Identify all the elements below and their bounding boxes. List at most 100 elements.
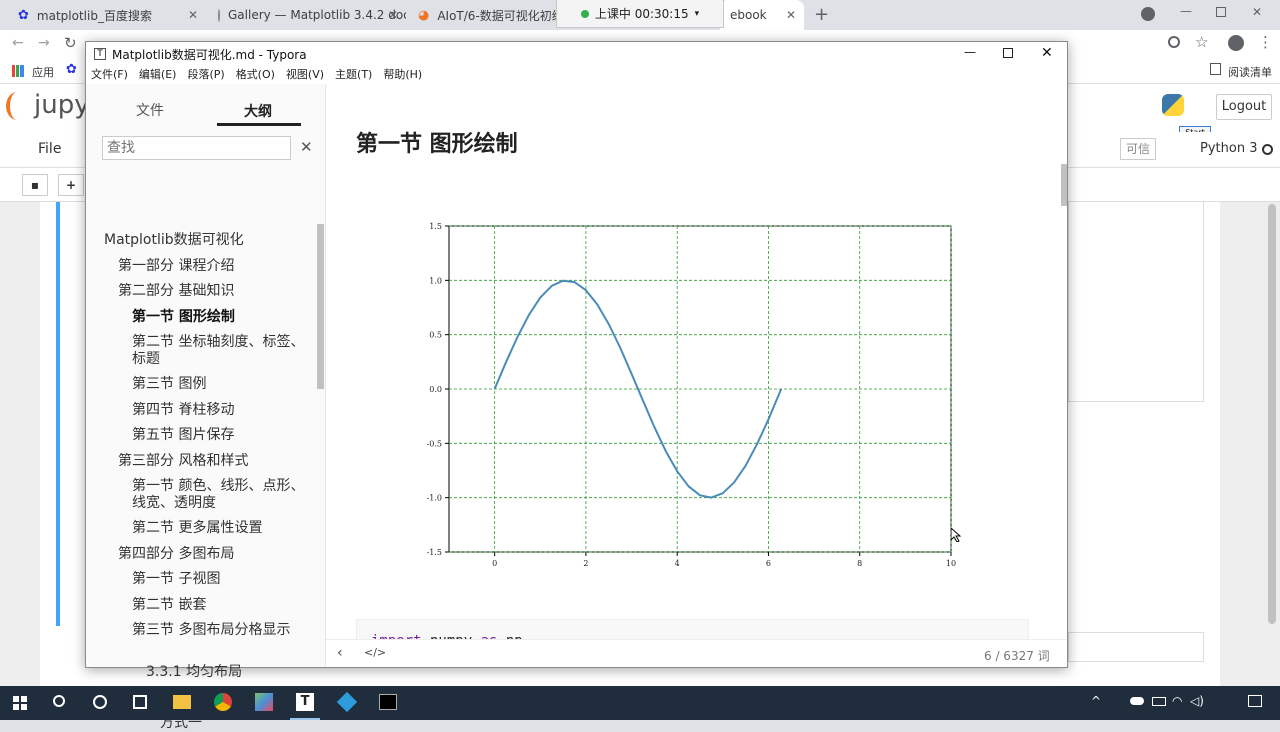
outline-item[interactable]: 第三节 多图布局分格显示 bbox=[132, 622, 306, 639]
outline-item[interactable]: 第二节 嵌套 bbox=[132, 597, 306, 614]
maximize-icon[interactable] bbox=[1003, 48, 1013, 58]
outline-item[interactable]: 第四部分 多图布局 bbox=[118, 546, 306, 563]
reading-list[interactable]: 阅读清单 bbox=[1228, 64, 1272, 80]
tray-chevron-icon[interactable]: ^ bbox=[1091, 694, 1101, 708]
profile-avatar[interactable] bbox=[1228, 35, 1244, 51]
baidu-bookmark-icon[interactable]: ✿ bbox=[66, 62, 77, 77]
editor-scrollbar[interactable] bbox=[1061, 164, 1067, 206]
reload-icon[interactable]: ↻ bbox=[64, 34, 77, 52]
browser-tab[interactable]: ◕ AIoT/6-数据可视化初级/ bbox=[408, 0, 558, 30]
close-tab-icon[interactable]: ✕ bbox=[388, 8, 398, 22]
close-tab-icon[interactable]: ✕ bbox=[786, 8, 796, 22]
forward-icon[interactable]: → bbox=[38, 35, 50, 51]
class-recorder-indicator[interactable]: 上课中 00:30:15 ▾ bbox=[556, 0, 724, 28]
outline-item[interactable]: 第一部分 课程介绍 bbox=[118, 258, 306, 275]
cortana-icon[interactable] bbox=[93, 695, 107, 709]
outline-item[interactable]: Matplotlib数据可视化 bbox=[104, 232, 306, 249]
toggle-sidebar-icon[interactable]: ‹ bbox=[337, 645, 343, 661]
browser-tab[interactable]: Gallery — Matplotlib 3.4.2 doc ✕ bbox=[208, 0, 406, 30]
vscode-icon[interactable] bbox=[336, 691, 358, 713]
logout-button[interactable]: Logout bbox=[1216, 94, 1272, 120]
close-window-icon[interactable]: ✕ bbox=[1041, 45, 1053, 61]
bookmark-star-icon[interactable]: ☆ bbox=[1195, 33, 1208, 51]
outline-item[interactable]: 第四节 脊柱移动 bbox=[132, 402, 306, 419]
outline-item[interactable]: 第二节 更多属性设置 bbox=[132, 520, 306, 537]
x-tick-label: 0 bbox=[492, 559, 497, 568]
outline-item[interactable]: 第一节 颜色、线形、点形、线宽、透明度 bbox=[132, 478, 306, 512]
kernel-name: Python 3 bbox=[1200, 141, 1258, 156]
menu-paragraph[interactable]: 段落(P) bbox=[182, 66, 230, 84]
menu-file[interactable]: File bbox=[38, 141, 61, 157]
search-icon[interactable] bbox=[53, 695, 65, 707]
tab-outline[interactable]: 大纲 bbox=[244, 101, 272, 121]
clear-search-icon[interactable]: ✕ bbox=[300, 138, 313, 156]
typora-icon[interactable]: T bbox=[296, 693, 314, 711]
notebook-cell[interactable] bbox=[1068, 632, 1204, 662]
outline-item[interactable]: 第三节 图例 bbox=[132, 376, 306, 393]
apps-grid-icon[interactable] bbox=[12, 65, 24, 77]
close-tab-icon[interactable]: ✕ bbox=[188, 8, 198, 22]
browser-menu-icon[interactable]: ⋮ bbox=[1258, 33, 1273, 51]
outline-item[interactable]: 第三部分 风格和样式 bbox=[118, 453, 306, 470]
trusted-badge[interactable]: 可信 bbox=[1120, 138, 1156, 160]
notebook-cell[interactable] bbox=[1068, 202, 1204, 402]
python-logo-icon bbox=[1162, 94, 1184, 116]
outline-item[interactable]: 第一节 图形绘制 bbox=[132, 309, 306, 326]
menu-edit[interactable]: 编辑(E) bbox=[134, 66, 183, 84]
code-block: import numpy as npimport matplotlib.pypl… bbox=[356, 619, 1029, 639]
close-browser-icon[interactable]: ✕ bbox=[1252, 5, 1262, 19]
kernel-status-icon bbox=[1262, 144, 1273, 155]
y-tick-label: -1.5 bbox=[427, 548, 442, 557]
document-heading: 第一节 图形绘制 bbox=[356, 132, 518, 157]
page-scrollbar[interactable] bbox=[1268, 204, 1276, 624]
menu-view[interactable]: 视图(V) bbox=[281, 66, 330, 84]
zoom-icon[interactable] bbox=[1168, 36, 1180, 48]
outline-item[interactable]: 第二节 坐标轴刻度、标签、标题 bbox=[132, 334, 306, 368]
terminal-icon[interactable] bbox=[379, 694, 397, 710]
add-cell-icon[interactable]: + bbox=[58, 174, 84, 196]
outline-item[interactable]: 第一节 子视图 bbox=[132, 571, 306, 588]
task-view-icon[interactable] bbox=[133, 695, 147, 709]
browser-tab-active[interactable]: ebook ✕ bbox=[720, 0, 804, 30]
file-explorer-icon[interactable] bbox=[173, 695, 191, 709]
source-mode-icon[interactable]: </> bbox=[364, 646, 386, 659]
bookmark-apps[interactable]: 应用 bbox=[32, 64, 54, 80]
chevron-down-icon[interactable]: ▾ bbox=[695, 9, 700, 19]
tray-volume-icon[interactable]: ◁) bbox=[1190, 694, 1204, 708]
save-icon[interactable]: ▪ bbox=[22, 174, 48, 196]
back-icon[interactable]: ← bbox=[12, 35, 24, 51]
outline-item[interactable]: 3.3.1 均匀布局 bbox=[146, 664, 306, 681]
outline-scrollbar[interactable] bbox=[317, 224, 324, 389]
tray-battery-icon[interactable] bbox=[1152, 697, 1166, 706]
menu-theme[interactable]: 主题(T) bbox=[330, 66, 378, 84]
tab-title: Gallery — Matplotlib 3.4.2 doc bbox=[228, 8, 406, 22]
outline-item[interactable]: 第二部分 基础知识 bbox=[118, 283, 306, 300]
menu-file[interactable]: 文件(F) bbox=[86, 66, 134, 84]
x-tick-label: 6 bbox=[766, 559, 771, 568]
menu-help[interactable]: 帮助(H) bbox=[378, 66, 428, 84]
restore-browser-icon[interactable] bbox=[1216, 7, 1226, 17]
typora-titlebar: T Matplotlib数据可视化.md - Typora — ✕ bbox=[86, 42, 1067, 66]
start-icon[interactable] bbox=[13, 696, 27, 710]
minimize-icon[interactable]: — bbox=[964, 45, 976, 59]
typora-window: T Matplotlib数据可视化.md - Typora — ✕ 文件(F) … bbox=[85, 41, 1068, 731]
tray-network-icon[interactable]: ◠ bbox=[1172, 694, 1182, 708]
mouse-cursor-icon bbox=[951, 528, 961, 542]
minimize-browser-icon[interactable]: — bbox=[1180, 4, 1192, 18]
chrome-icon[interactable] bbox=[214, 693, 232, 711]
tray-cloud-icon[interactable] bbox=[1130, 697, 1144, 705]
paint-icon[interactable] bbox=[255, 693, 273, 711]
reading-list-icon[interactable] bbox=[1210, 63, 1221, 75]
tab-files[interactable]: 文件 bbox=[136, 100, 164, 120]
browser-tab[interactable]: ✿ matplotlib_百度搜索 ✕ bbox=[8, 0, 206, 30]
new-tab-button[interactable]: + bbox=[814, 4, 829, 25]
notification-icon[interactable] bbox=[1248, 695, 1262, 707]
editor-content: 第一节 图形绘制 0 2 4 6 8 10 1.5 1.0 0.5 0.0 -0.5 -1.0 -1.5… bbox=[326, 84, 1067, 639]
x-tick-label: 8 bbox=[857, 559, 862, 568]
y-tick-label: -1.0 bbox=[427, 494, 442, 503]
outline-search-input[interactable] bbox=[102, 136, 291, 160]
typora-menubar: 文件(F) 编辑(E) 段落(P) 格式(O) 视图(V) 主题(T) 帮助(H… bbox=[86, 66, 1067, 84]
outline-item[interactable]: 第五节 图片保存 bbox=[132, 427, 306, 444]
tab-search-icon[interactable] bbox=[1141, 7, 1155, 21]
menu-format[interactable]: 格式(O) bbox=[231, 66, 281, 84]
